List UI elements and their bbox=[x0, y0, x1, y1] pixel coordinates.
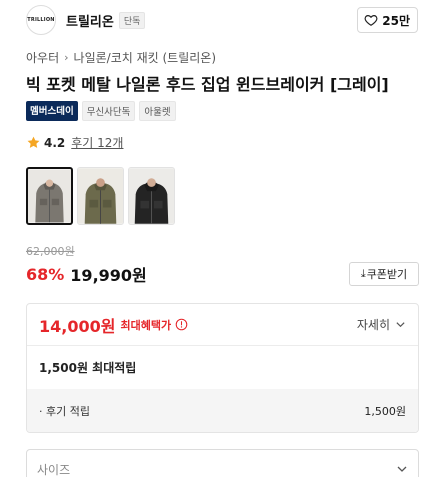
max-points-row: 1,500원 최대적립 bbox=[27, 346, 418, 389]
detail-label: 자세히 bbox=[356, 318, 390, 332]
thumbnail-gray[interactable] bbox=[26, 167, 73, 225]
tag-exclusive: 무신사단독 bbox=[81, 101, 136, 121]
info-icon[interactable] bbox=[175, 318, 188, 331]
benefit-header[interactable]: 14,000원 최대혜택가 자세히 bbox=[27, 304, 418, 346]
price-row: 68% 19,990원 bbox=[26, 262, 147, 286]
original-price: 62,000원 bbox=[26, 245, 75, 258]
chevron-down-icon bbox=[397, 466, 407, 472]
thumbnail-list bbox=[26, 167, 175, 225]
size-select[interactable]: 사이즈 bbox=[26, 449, 419, 477]
like-count: 25만 bbox=[382, 13, 410, 28]
breadcrumb-item-outer[interactable]: 아우터 bbox=[26, 49, 59, 66]
discount-rate: 68% bbox=[26, 264, 65, 284]
tag-members-day: 멤버스데이 bbox=[26, 101, 78, 121]
heart-icon bbox=[364, 15, 378, 26]
sale-price: 19,990원 bbox=[70, 266, 147, 285]
benefit-detail-toggle[interactable]: 자세히 bbox=[357, 316, 406, 333]
like-button[interactable]: 25만 bbox=[357, 7, 418, 33]
max-benefit-label: 최대혜택가 bbox=[120, 318, 172, 332]
rating-row: 4.2 후기 12개 bbox=[26, 134, 123, 151]
thumbnail-black-image bbox=[129, 168, 174, 224]
thumbnail-khaki-image bbox=[78, 168, 123, 224]
brand-header: TRILLION 트릴리온 단독 25만 bbox=[26, 5, 418, 35]
review-points-amount: 1,500원 bbox=[364, 405, 406, 418]
download-icon: ⤓ bbox=[360, 267, 366, 280]
review-points-label: · 후기 적립 bbox=[39, 405, 90, 418]
max-points-text: 1,500원 최대적립 bbox=[39, 361, 137, 375]
brand-name[interactable]: 트릴리온 bbox=[66, 11, 114, 30]
thumbnail-black[interactable] bbox=[128, 167, 175, 225]
review-count-link[interactable]: 후기 12개 bbox=[71, 134, 123, 151]
chevron-right-icon: › bbox=[64, 51, 69, 64]
tag-outlet: 아울렛 bbox=[139, 101, 176, 121]
thumbnail-gray-image bbox=[28, 169, 71, 223]
star-icon bbox=[27, 136, 40, 148]
product-title: 빅 포켓 메탈 나일론 후드 집업 윈드브레이커 [그레이] bbox=[26, 75, 389, 94]
review-points-row: · 후기 적립 1,500원 bbox=[27, 389, 418, 432]
product-tags: 멤버스데이 무신사단독 아울렛 bbox=[26, 101, 176, 121]
coupon-download-button[interactable]: ⤓ 쿠폰받기 bbox=[349, 262, 419, 286]
coupon-label: 쿠폰받기 bbox=[366, 268, 408, 281]
max-benefit-price: 14,000원 bbox=[39, 316, 116, 336]
thumbnail-khaki[interactable] bbox=[77, 167, 124, 225]
breadcrumb: 아우터 › 나일론/코치 재킷 (트릴리온) bbox=[26, 49, 216, 66]
brand-logo[interactable]: TRILLION bbox=[26, 5, 56, 35]
brand-exclusive-badge: 단독 bbox=[118, 11, 146, 29]
breadcrumb-item-category[interactable]: 나일론/코치 재킷 (트릴리온) bbox=[74, 49, 216, 66]
chevron-down-icon bbox=[396, 322, 405, 328]
rating-score: 4.2 bbox=[44, 135, 66, 150]
size-select-placeholder: 사이즈 bbox=[37, 462, 71, 477]
benefit-box: 14,000원 최대혜택가 자세히 1,500원 최대적립 · 후기 적립 1,… bbox=[26, 303, 419, 433]
brand-logo-text: TRILLION bbox=[27, 17, 55, 23]
